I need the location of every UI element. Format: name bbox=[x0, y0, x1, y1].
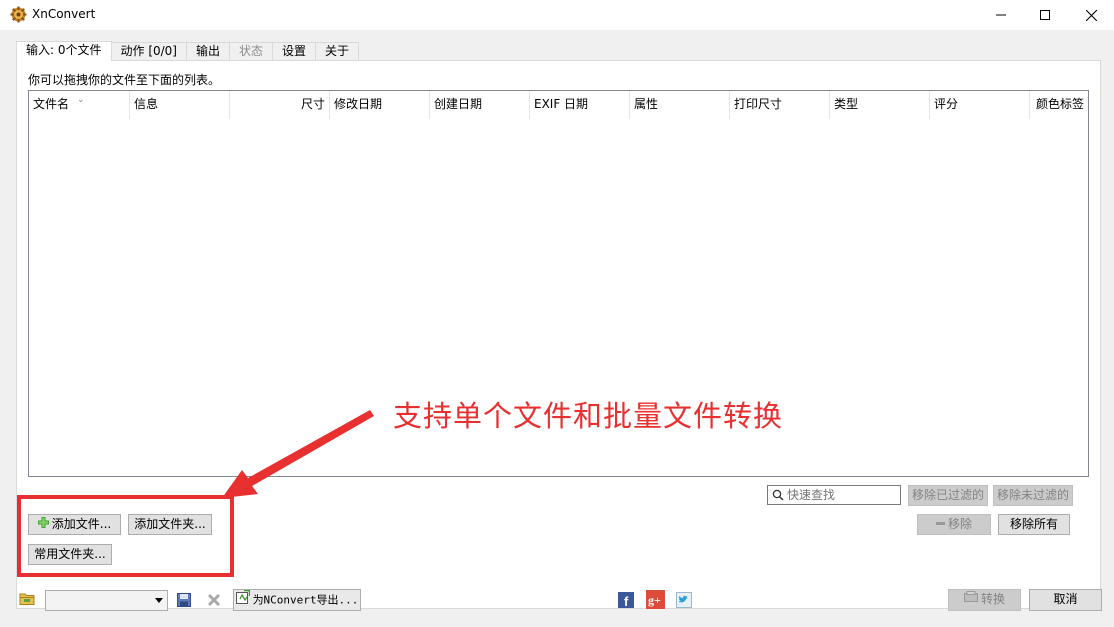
quick-search-field[interactable] bbox=[767, 485, 901, 505]
app-logo-icon bbox=[10, 6, 27, 23]
column-label: 文件名 bbox=[33, 97, 70, 111]
window-title: XnConvert bbox=[32, 7, 96, 21]
convert-button[interactable]: 转换 bbox=[948, 589, 1021, 611]
facebook-icon[interactable]: f bbox=[618, 592, 634, 609]
chevron-down-icon bbox=[155, 598, 163, 603]
column-info[interactable]: 信息 bbox=[130, 91, 230, 119]
search-input[interactable] bbox=[787, 487, 897, 503]
convert-icon bbox=[963, 590, 978, 609]
maximize-icon bbox=[1040, 10, 1050, 20]
cancel-button[interactable]: 取消 bbox=[1029, 589, 1102, 611]
tab-actions[interactable]: 动作 [0/0] bbox=[110, 42, 187, 61]
annotation-text: 支持单个文件和批量文件转换 bbox=[393, 399, 784, 433]
convert-label: 转换 bbox=[980, 592, 1005, 606]
export-icon bbox=[235, 589, 250, 610]
column-size[interactable]: 尺寸 bbox=[230, 91, 330, 119]
remove-unfiltered-button[interactable]: 移除未过滤的 bbox=[993, 485, 1073, 506]
maximize-button[interactable] bbox=[1022, 0, 1068, 30]
google-plus-icon[interactable]: g+ bbox=[646, 590, 665, 609]
search-icon bbox=[772, 489, 784, 501]
close-button[interactable] bbox=[1068, 0, 1114, 30]
delete-icon[interactable] bbox=[207, 593, 221, 610]
column-exif-date[interactable]: EXIF 日期 bbox=[530, 91, 630, 119]
column-attributes[interactable]: 属性 bbox=[630, 91, 730, 119]
drag-drop-hint: 你可以拖拽你的文件至下面的列表。 bbox=[28, 73, 221, 87]
file-list-header: ⌄ 文件名 信息 尺寸 修改日期 创建日期 EXIF 日期 属性 打印尺寸 类型… bbox=[29, 91, 1088, 119]
remove-icon bbox=[935, 515, 945, 534]
save-icon[interactable] bbox=[177, 593, 191, 610]
annotation-highlight-box bbox=[17, 495, 234, 577]
column-filename[interactable]: ⌄ 文件名 bbox=[29, 91, 130, 119]
remove-all-button[interactable]: 移除所有 bbox=[998, 514, 1070, 535]
column-type[interactable]: 类型 bbox=[830, 91, 930, 119]
column-created-date[interactable]: 创建日期 bbox=[430, 91, 530, 119]
svg-text:g+: g+ bbox=[648, 593, 661, 607]
tab-settings[interactable]: 设置 bbox=[272, 42, 317, 61]
remove-button-label: 移除 bbox=[947, 517, 972, 531]
title-bar: XnConvert bbox=[0, 0, 1114, 30]
tab-input[interactable]: 输入: 0个文件 bbox=[16, 41, 112, 61]
minimize-button[interactable] bbox=[978, 0, 1024, 30]
tab-about[interactable]: 关于 bbox=[315, 42, 360, 61]
open-folder-icon[interactable] bbox=[19, 592, 35, 609]
column-print-size[interactable]: 打印尺寸 bbox=[730, 91, 830, 119]
svg-text:f: f bbox=[624, 594, 629, 608]
column-modified-date[interactable]: 修改日期 bbox=[330, 91, 430, 119]
close-icon bbox=[1085, 9, 1097, 21]
column-color-label[interactable]: 颜色标签 bbox=[1030, 91, 1088, 119]
export-label: 为NConvert导出... bbox=[252, 593, 359, 607]
tab-bar: 输入: 0个文件 动作 [0/0] 输出 状态 设置 关于 bbox=[16, 41, 360, 61]
tab-status[interactable]: 状态 bbox=[229, 42, 274, 61]
sort-indicator-icon: ⌄ bbox=[77, 95, 85, 105]
remove-filtered-button[interactable]: 移除已过滤的 bbox=[908, 485, 988, 506]
export-nconvert-button[interactable]: 为NConvert导出... bbox=[233, 589, 361, 611]
column-rating[interactable]: 评分 bbox=[930, 91, 1030, 119]
remove-button[interactable]: 移除 bbox=[917, 514, 991, 535]
tab-output[interactable]: 输出 bbox=[186, 42, 231, 61]
minimize-icon bbox=[996, 14, 1006, 16]
twitter-icon[interactable] bbox=[676, 592, 692, 608]
preset-dropdown[interactable] bbox=[45, 590, 168, 611]
